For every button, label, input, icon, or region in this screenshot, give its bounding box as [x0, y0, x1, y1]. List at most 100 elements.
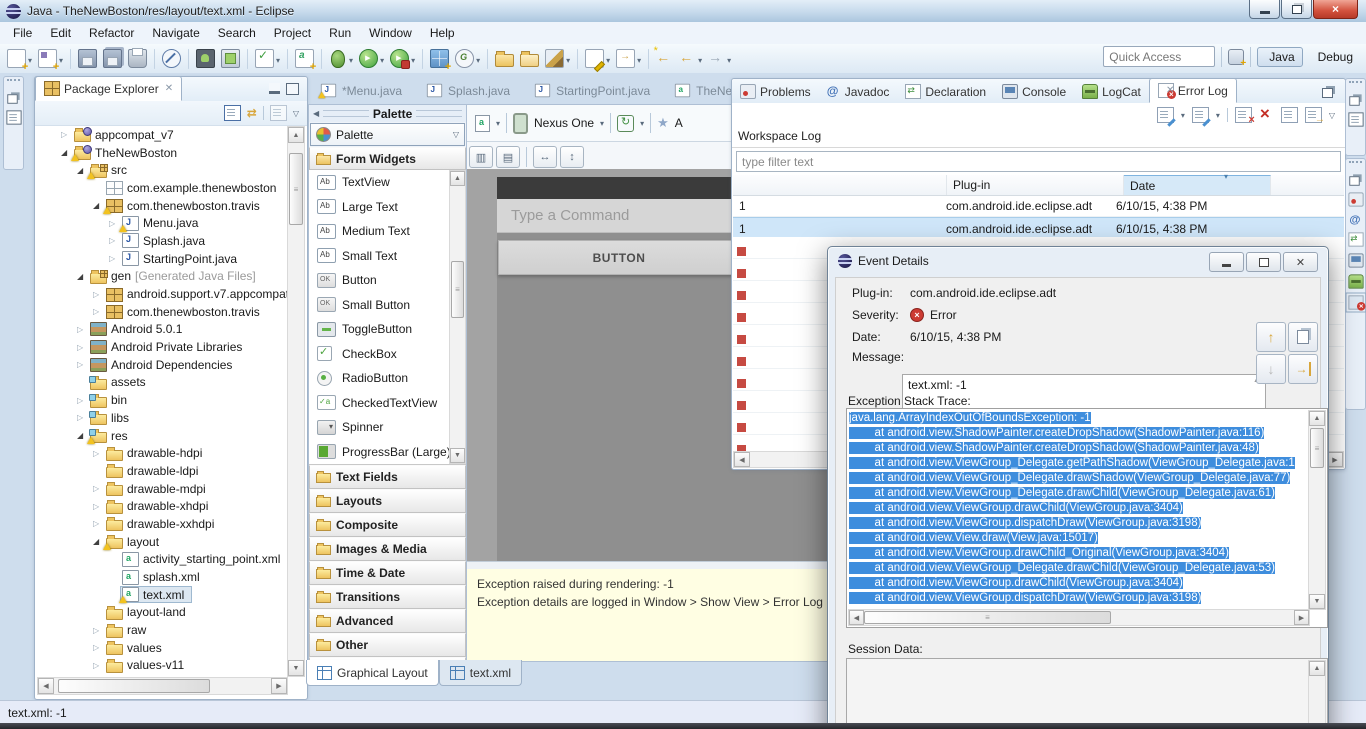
dialog-minimize-button[interactable]: [1209, 252, 1244, 272]
expand-arrow-icon[interactable]: [77, 396, 89, 405]
tree-vertical-scrollbar[interactable]: ▲ ≡ ▼: [287, 126, 305, 677]
expand-arrow-icon[interactable]: [77, 413, 89, 422]
close-button[interactable]: ×: [1313, 0, 1358, 19]
editor-mode-tab[interactable]: text.xml: [438, 660, 523, 686]
close-icon[interactable]: ✕: [1166, 85, 1174, 96]
delete-log-icon[interactable]: [1259, 104, 1274, 124]
separator[interactable]: [487, 48, 489, 69]
filter-input[interactable]: type filter text: [736, 151, 1341, 172]
declaration-view-icon[interactable]: [1347, 232, 1364, 247]
column-header[interactable]: Plug-in: [947, 175, 1124, 195]
folder-icon[interactable]: [518, 47, 541, 71]
tree-item[interactable]: appcompat_v7: [37, 126, 288, 144]
tree-item[interactable]: com.thenewboston.travis: [37, 303, 288, 321]
palette-category[interactable]: Advanced: [309, 609, 466, 633]
palette-category[interactable]: Time & Date: [309, 561, 466, 585]
view-menu-icon[interactable]: ▽: [293, 109, 299, 118]
tree-item[interactable]: assets: [37, 374, 288, 392]
stack-trace-line[interactable]: at android.view.ViewGroup.drawChild(View…: [849, 501, 1309, 516]
palette-widget[interactable]: ToggleButton: [309, 317, 466, 342]
editor-tab[interactable]: *Menu.java: [308, 78, 414, 103]
tree-item[interactable]: Android Private Libraries: [37, 338, 288, 356]
junit-run-icon[interactable]: [253, 47, 282, 71]
palette-widget[interactable]: TextView: [309, 170, 466, 195]
open-resource-icon[interactable]: [493, 47, 516, 71]
tree-item[interactable]: values: [37, 639, 288, 657]
separator[interactable]: [247, 48, 249, 69]
expand-arrow-icon[interactable]: [77, 325, 89, 334]
save-icon[interactable]: [76, 47, 99, 71]
clear-log-icon[interactable]: [1234, 107, 1255, 126]
editor-tab[interactable]: Splash.java: [414, 78, 522, 103]
new-java-project-icon[interactable]: [36, 47, 65, 73]
back-history-icon[interactable]: [653, 45, 675, 71]
avd-manager-icon[interactable]: [219, 47, 242, 71]
palette-category[interactable]: Transitions: [309, 585, 466, 609]
open-type-icon[interactable]: [453, 47, 482, 71]
restore-views-icon[interactable]: [1349, 96, 1360, 106]
stack-trace-line[interactable]: java.lang.ArrayIndexOutOfBoundsException…: [849, 411, 1309, 426]
view-menu-icon[interactable]: ▽: [1329, 111, 1335, 120]
palette-widget[interactable]: Button: [309, 268, 466, 293]
tree-horizontal-scrollbar[interactable]: ◀ ▶: [37, 677, 288, 695]
focus-on-active-task-icon[interactable]: [269, 105, 287, 121]
palette-scrollbar[interactable]: ▲ ≡ ▼: [449, 170, 466, 464]
stack-vertical-scrollbar[interactable]: ▲ ≡ ▼: [1308, 410, 1326, 610]
expand-arrow-icon[interactable]: [77, 343, 89, 352]
link-with-editor-icon[interactable]: ⇄: [247, 106, 257, 120]
tree-item[interactable]: Android 5.0.1: [37, 321, 288, 339]
fill-width-icon[interactable]: ↔: [533, 146, 557, 168]
menu-item[interactable]: Search: [209, 23, 265, 43]
sdk-manager-icon[interactable]: [194, 47, 217, 71]
tree-item[interactable]: drawable-hdpi: [37, 444, 288, 462]
session-data-box[interactable]: ▲ ▼ ◀ ▶: [846, 658, 1328, 729]
outline-view-icon[interactable]: [5, 110, 22, 125]
tree-item[interactable]: com.example.thenewboston: [37, 179, 288, 197]
tab-package-explorer[interactable]: Package Explorer ✕: [35, 76, 183, 101]
stack-trace-line[interactable]: at android.view.ShadowPainter.createDrop…: [849, 441, 1309, 456]
tree-item[interactable]: values-v11: [37, 657, 288, 675]
maximize-view-icon[interactable]: [286, 83, 299, 95]
drag-handle[interactable]: [1349, 81, 1362, 87]
tree-item[interactable]: raw: [37, 621, 288, 639]
theme-selector[interactable]: A: [675, 116, 683, 130]
menu-item[interactable]: File: [4, 23, 41, 43]
skip-breakpoints-icon[interactable]: [160, 47, 183, 71]
editor-tab[interactable]: StartingPoint.java: [522, 78, 662, 103]
palette-widget[interactable]: Large Text: [309, 195, 466, 220]
menu-item[interactable]: Window: [360, 23, 421, 43]
separator[interactable]: [188, 48, 190, 69]
palette-widget[interactable]: Small Text: [309, 244, 466, 269]
palette-header[interactable]: ◀ Palette: [309, 105, 466, 122]
tree-item[interactable]: src: [37, 161, 288, 179]
stack-horizontal-scrollbar[interactable]: ◀ ≡ ▶: [848, 609, 1310, 626]
dialog-close-button[interactable]: ✕: [1283, 252, 1318, 272]
drag-handle[interactable]: [1349, 161, 1362, 167]
stack-trace-line[interactable]: at android.view.ViewGroup.dispatchDraw(V…: [849, 591, 1309, 606]
open-log-icon[interactable]: [1280, 107, 1298, 123]
tree-item[interactable]: drawable-xhdpi: [37, 497, 288, 515]
stack-trace-line[interactable]: at android.view.ViewGroup_Delegate.drawC…: [849, 486, 1309, 501]
separator[interactable]: [321, 48, 323, 69]
view-tab[interactable]: Declaration: [897, 80, 994, 103]
export-log-icon[interactable]: [1156, 107, 1174, 123]
palette-widget[interactable]: Medium Text: [309, 219, 466, 244]
separator[interactable]: [287, 48, 289, 69]
expand-arrow-icon[interactable]: [93, 484, 105, 493]
tree-item[interactable]: TheNewBoston: [37, 144, 288, 162]
stack-trace-line[interactable]: at android.view.ViewGroup_Delegate.drawC…: [849, 561, 1309, 576]
stack-trace-box[interactable]: java.lang.ArrayIndexOutOfBoundsException…: [846, 408, 1328, 628]
menu-item[interactable]: Navigate: [143, 23, 208, 43]
show-filters-button[interactable]: →: [1288, 354, 1318, 384]
tree-item[interactable]: drawable-mdpi: [37, 480, 288, 498]
tree-item[interactable]: android.support.v7.appcompat: [37, 285, 288, 303]
stack-trace-line[interactable]: at android.view.View.draw(View.java:1501…: [849, 531, 1309, 546]
tree-item[interactable]: Splash.java: [37, 232, 288, 250]
menu-item[interactable]: Edit: [41, 23, 80, 43]
palette-widget[interactable]: Small Button: [309, 293, 466, 318]
separator[interactable]: [577, 48, 579, 69]
back-icon[interactable]: [677, 47, 704, 71]
dialog-restore-button[interactable]: [1246, 252, 1281, 272]
new-wizard-icon[interactable]: [5, 47, 34, 73]
restore-views-icon[interactable]: [1349, 176, 1360, 186]
